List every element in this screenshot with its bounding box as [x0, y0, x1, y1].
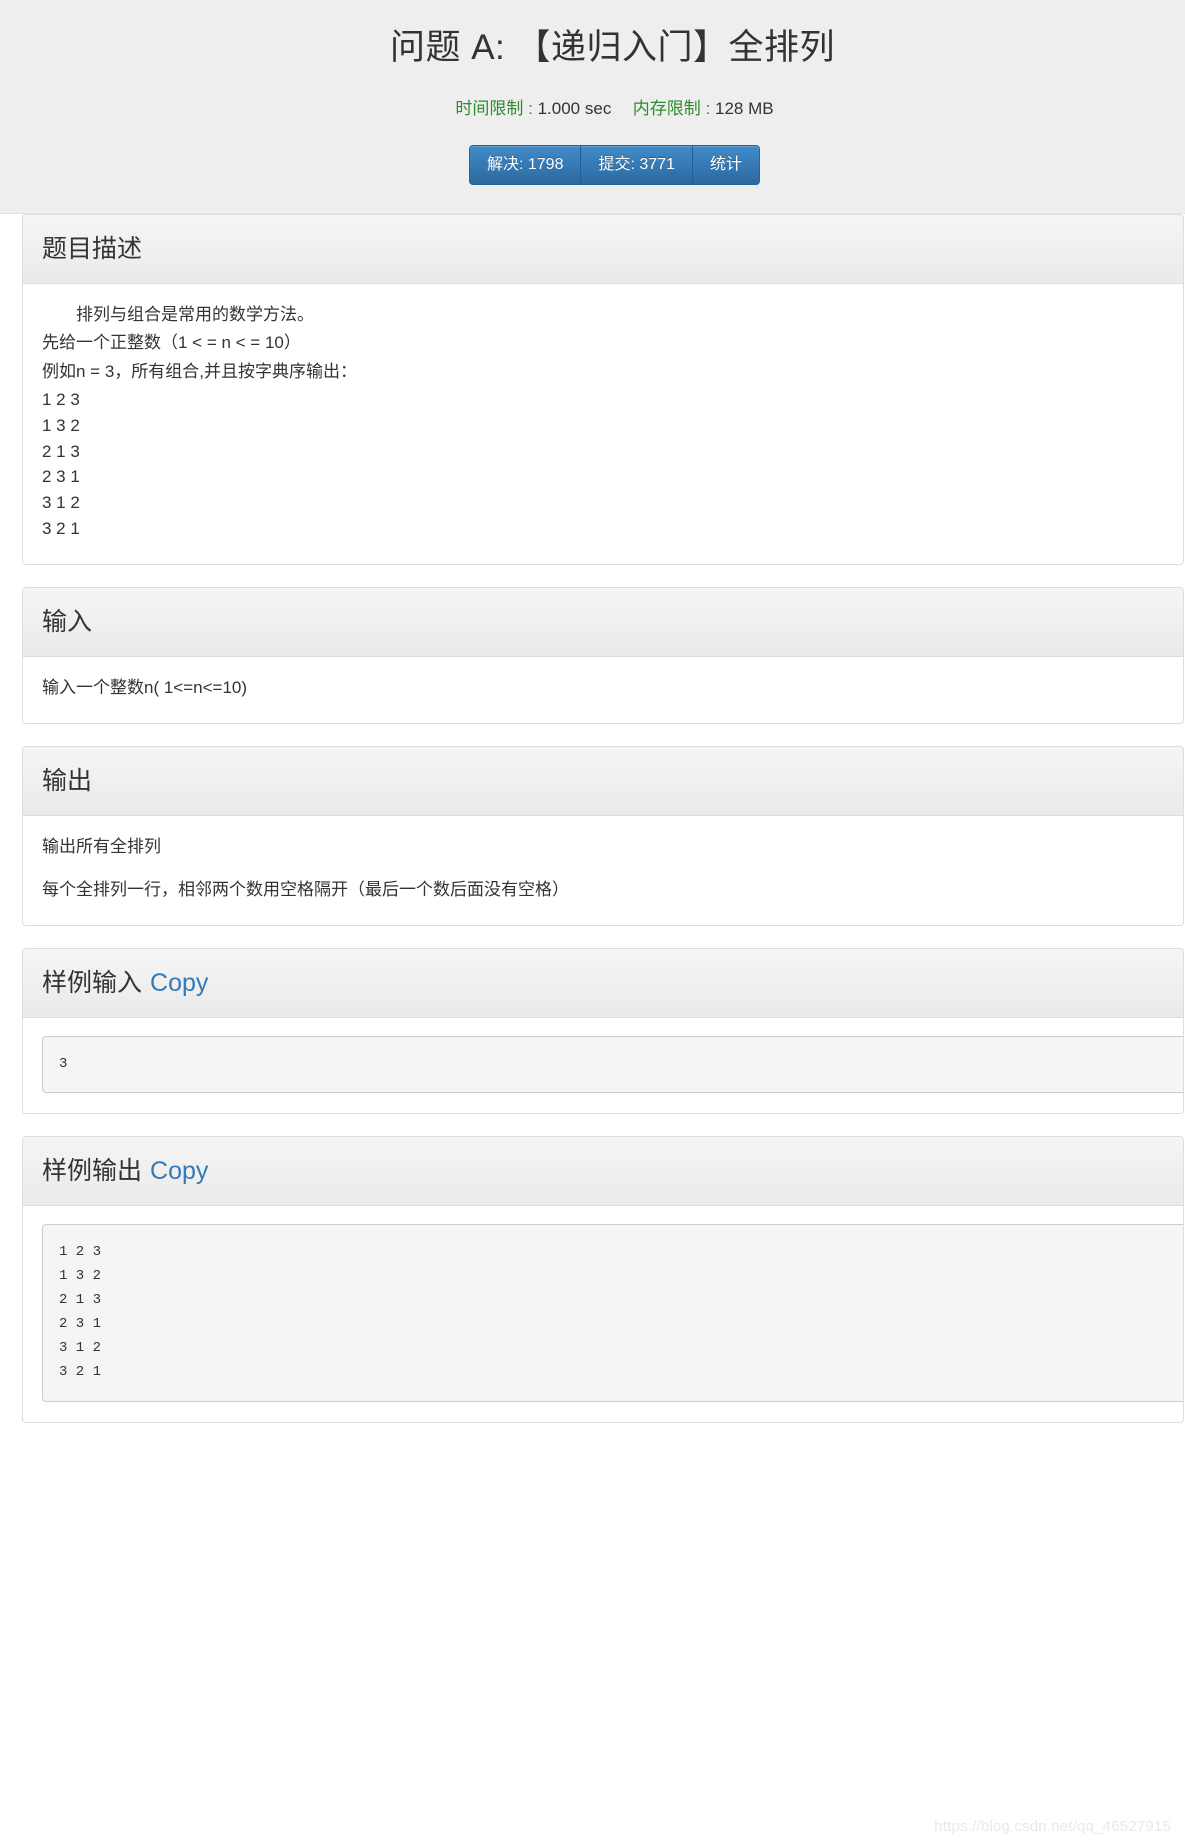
memory-limit-value: 128 MB: [714, 98, 774, 118]
time-limit-value: 1.000 sec: [537, 98, 612, 118]
permutation-line: 2 1 3: [42, 441, 80, 461]
permutation-line: 1 2 3: [42, 389, 80, 409]
output-text-line-1: 输出所有全排列: [42, 837, 161, 857]
sample-output-panel-heading: 样例输出 Copy: [23, 1137, 1183, 1207]
problem-header: 问题 A: 【递归入门】全排列 时间限制 : 1.000 sec 内存限制 : …: [0, 0, 1185, 214]
solved-button[interactable]: 解决: 1798: [468, 144, 582, 185]
submit-count-button[interactable]: 提交: 3771: [580, 144, 693, 185]
limits-line: 时间限制 : 1.000 sec 内存限制 : 128 MB: [0, 94, 1185, 119]
sample-output-body: 1 2 3 1 3 2 2 1 3 2 3 1 3 1 2 3 2 1: [23, 1206, 1183, 1421]
statistics-button[interactable]: 统计: [691, 144, 760, 185]
input-panel-heading: 输入: [23, 587, 1183, 657]
stats-button-group: 解决: 1798 提交: 3771 统计: [0, 144, 1185, 185]
description-title: 题目描述: [42, 234, 143, 263]
output-title: 输出: [42, 767, 93, 796]
description-panel-heading: 题目描述: [23, 214, 1183, 284]
description-paragraph-3: 例如n = 3，所有组合,并且按字典序输出：: [42, 361, 358, 381]
input-body: 输入一个整数n( 1<=n<=10): [23, 657, 1183, 723]
permutation-line: 2 3 1: [42, 467, 80, 487]
output-text-line-2: 每个全排列一行，相邻两个数用空格隔开（最后一个数后面没有空格）: [42, 879, 569, 899]
permutation-line: 3 1 2: [42, 493, 80, 513]
sample-input-panel: 样例输入 Copy 3: [22, 947, 1184, 1115]
description-paragraph-1: 排列与组合是常用的数学方法。: [76, 304, 314, 324]
output-body: 输出所有全排列 每个全排列一行，相邻两个数用空格隔开（最后一个数后面没有空格）: [23, 816, 1183, 925]
sample-input-title: 样例输入 Copy: [42, 968, 1166, 998]
description-panel: 题目描述 排列与组合是常用的数学方法。 先给一个正整数（1 < = n < = …: [22, 213, 1184, 565]
output-panel-heading: 输出: [23, 747, 1183, 817]
description-body: 排列与组合是常用的数学方法。 先给一个正整数（1 < = n < = 10） 例…: [23, 284, 1183, 564]
permutation-line: 3 2 1: [42, 519, 80, 539]
input-title: 输入: [42, 607, 93, 636]
sample-input-title-text: 样例输入: [42, 968, 143, 997]
panels-container: 题目描述 排列与组合是常用的数学方法。 先给一个正整数（1 < = n < = …: [0, 213, 1185, 1423]
description-paragraph-2: 先给一个正整数（1 < = n < = 10）: [42, 333, 301, 353]
input-text: 输入一个整数n( 1<=n<=10): [42, 677, 248, 697]
sample-output-title: 样例输出 Copy: [42, 1156, 1166, 1186]
watermark: https://blog.csdn.net/qq_46527915: [934, 1818, 1171, 1835]
sample-output-panel: 样例输出 Copy 1 2 3 1 3 2 2 1 3 2 3 1 3 1 2 3…: [22, 1136, 1184, 1423]
permutation-line: 1 3 2: [42, 415, 80, 435]
sample-output-title-text: 样例输出: [42, 1157, 143, 1186]
sample-output-code[interactable]: 1 2 3 1 3 2 2 1 3 2 3 1 3 1 2 3 2 1: [42, 1224, 1183, 1402]
input-panel: 输入 输入一个整数n( 1<=n<=10): [22, 586, 1184, 725]
copy-sample-input-button[interactable]: Copy: [150, 969, 208, 997]
memory-limit-label: 内存限制 :: [632, 98, 711, 118]
sample-input-body: 3: [23, 1018, 1183, 1113]
sample-input-panel-heading: 样例输入 Copy: [23, 948, 1183, 1018]
output-panel: 输出 输出所有全排列 每个全排列一行，相邻两个数用空格隔开（最后一个数后面没有空…: [22, 746, 1184, 926]
time-limit-label: 时间限制 :: [455, 98, 533, 118]
page-title: 问题 A: 【递归入门】全排列: [389, 28, 836, 67]
copy-sample-output-button[interactable]: Copy: [150, 1157, 208, 1185]
sample-input-code[interactable]: 3: [42, 1035, 1183, 1094]
